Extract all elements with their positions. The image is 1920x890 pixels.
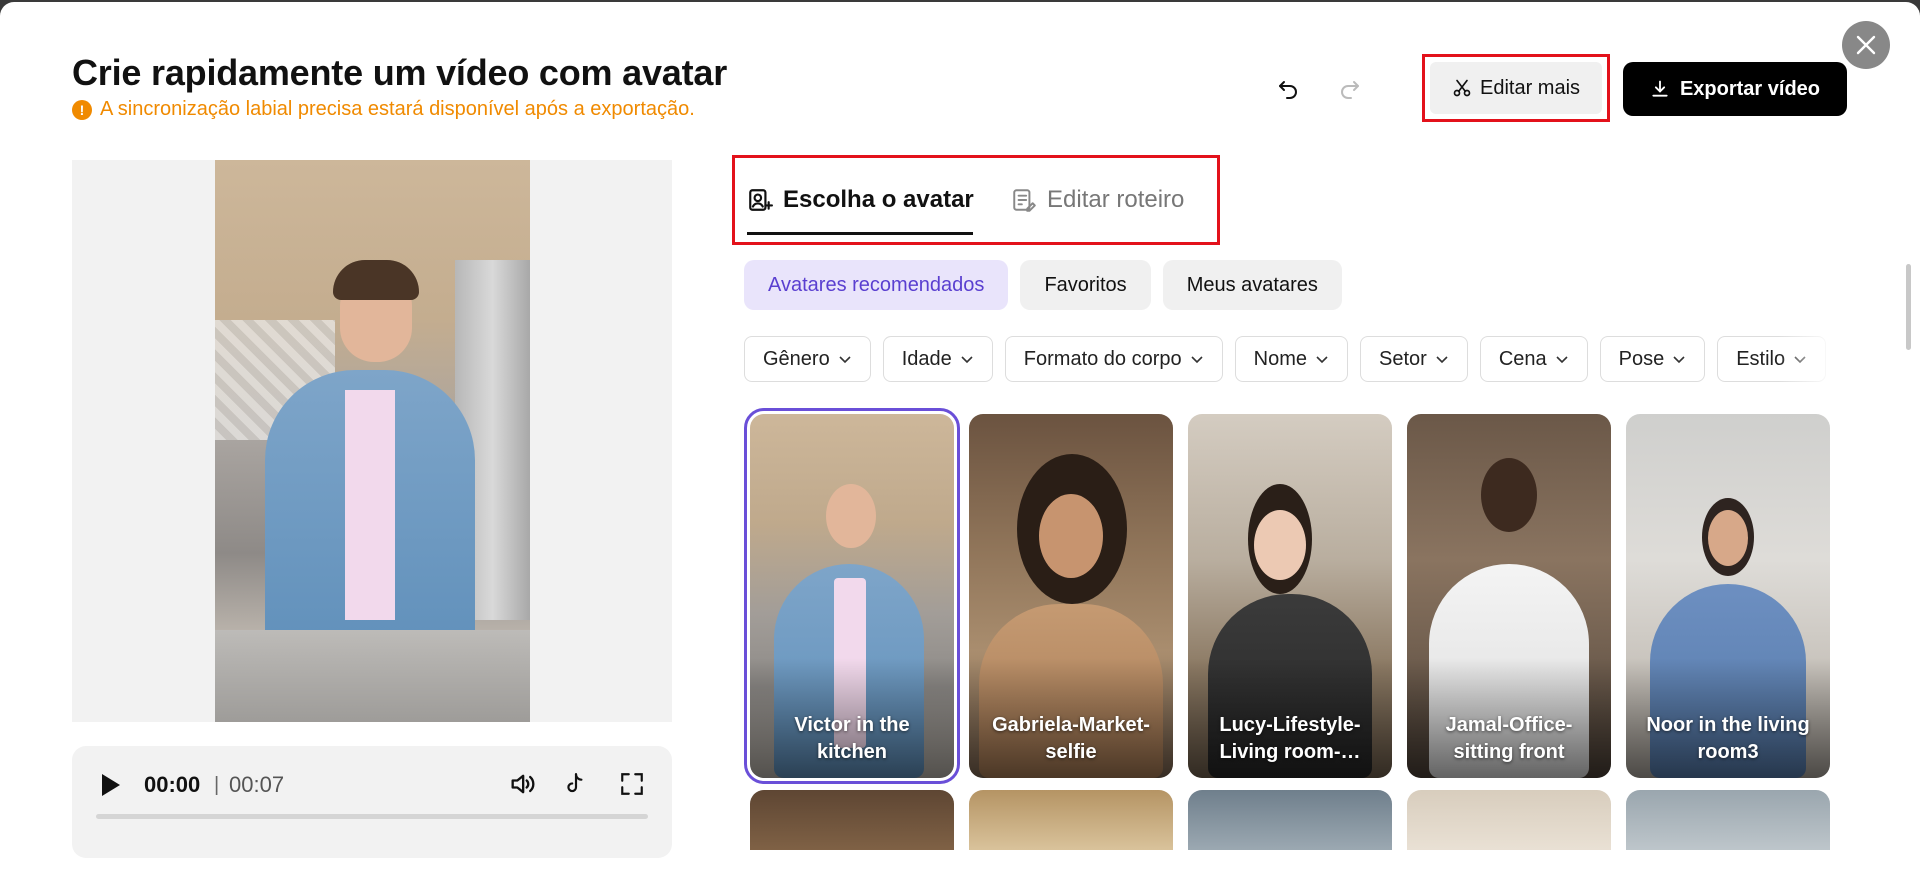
- filter-label: Nome: [1253, 347, 1307, 370]
- warning-text: A sincronização labial precisa estará di…: [100, 98, 695, 120]
- scrollbar-thumb[interactable]: [1906, 264, 1911, 350]
- filter-scene[interactable]: Cena: [1479, 336, 1588, 382]
- filter-label: Pose: [1618, 347, 1665, 370]
- avatar-card-row2-2[interactable]: [969, 790, 1173, 850]
- video-player-controls: 00:00 | 00:07: [72, 746, 672, 858]
- filter-bar: Gênero Idade Formato do corpo Nome Setor…: [744, 336, 1838, 382]
- filter-age[interactable]: Idade: [882, 336, 993, 382]
- chevron-down-icon: [1556, 356, 1568, 364]
- volume-button[interactable]: [506, 768, 538, 800]
- filter-label: Setor: [1379, 347, 1427, 370]
- filter-body-shape[interactable]: Formato do corpo: [1004, 336, 1223, 382]
- tab-choose-avatar[interactable]: Escolha o avatar: [747, 186, 974, 214]
- filter-gender[interactable]: Gênero: [744, 336, 871, 382]
- avatar-figure-head: [1039, 494, 1103, 578]
- active-tab-underline: [747, 232, 973, 235]
- avatar-video-modal: Crie rapidamente um vídeo com avatar ! A…: [0, 2, 1920, 890]
- total-time: 00:07: [229, 772, 285, 797]
- avatar-figure-head: [1481, 458, 1537, 532]
- avatar-card-gabriela[interactable]: Gabriela-Market-selfie: [969, 414, 1173, 778]
- avatar-card-jamal[interactable]: Jamal-Office-sitting front: [1407, 414, 1611, 778]
- tiktok-icon: [567, 773, 583, 793]
- avatar-figure-head: [826, 484, 876, 548]
- chip-recommended-avatars[interactable]: Avatares recomendados: [744, 260, 1009, 310]
- chevron-down-icon: [1436, 356, 1448, 364]
- edit-more-highlight: Editar mais: [1422, 54, 1610, 122]
- tab-edit-script[interactable]: Editar roteiro: [1011, 186, 1184, 214]
- tiktok-button[interactable]: [560, 768, 592, 800]
- filter-label: Formato do corpo: [1023, 347, 1182, 370]
- avatar-figure-head: [1254, 510, 1306, 580]
- avatar-card-row2-3[interactable]: [1188, 790, 1392, 850]
- avatar-name: Jamal-Office-sitting front: [1445, 714, 1573, 763]
- filters-fade: [1778, 336, 1838, 382]
- undo-button[interactable]: [1268, 69, 1308, 109]
- redo-icon: [1341, 81, 1359, 99]
- fullscreen-icon: [621, 773, 643, 795]
- fullscreen-button[interactable]: [616, 768, 648, 800]
- avatar-select-icon: [749, 189, 773, 211]
- chevron-down-icon: [1316, 356, 1328, 364]
- time-separator: |: [214, 774, 220, 796]
- avatar-card-row2-1[interactable]: [750, 790, 954, 850]
- chevron-down-icon: [961, 356, 973, 364]
- tab-label: Escolha o avatar: [783, 186, 974, 213]
- warning-icon: !: [72, 99, 92, 120]
- avatar-figure-head: [1708, 510, 1748, 566]
- avatar-name: Victor in the kitchen: [794, 714, 910, 763]
- redo-button[interactable]: [1330, 69, 1370, 109]
- chip-favorites[interactable]: Favoritos: [1020, 260, 1151, 310]
- tabs-highlight: Escolha o avatar Editar roteiro: [732, 155, 1220, 245]
- avatar-shirt: [345, 390, 395, 620]
- avatar-card-lucy[interactable]: Lucy-Lifestyle-Living room-…: [1188, 414, 1392, 778]
- play-icon[interactable]: [94, 770, 124, 800]
- avatar-card-row2-4[interactable]: [1407, 790, 1611, 850]
- volume-icon: [511, 774, 535, 794]
- undo-icon: [1279, 81, 1297, 99]
- avatar-card-victor[interactable]: Victor in the kitchen: [744, 408, 960, 784]
- lip-sync-warning: ! A sincronização labial precisa estará …: [72, 98, 695, 121]
- filter-label: Cena: [1498, 347, 1547, 370]
- progress-bar[interactable]: [96, 814, 648, 819]
- close-icon: [1856, 35, 1876, 55]
- kitchen-counter: [215, 630, 530, 722]
- page-title: Crie rapidamente um vídeo com avatar: [72, 52, 728, 93]
- tab-label: Editar roteiro: [1047, 186, 1185, 213]
- edit-more-button[interactable]: Editar mais: [1430, 62, 1602, 114]
- chip-my-avatars[interactable]: Meus avatares: [1162, 260, 1342, 310]
- chevron-down-icon: [839, 356, 851, 364]
- filter-label: Idade: [901, 347, 952, 370]
- script-edit-icon: [1013, 189, 1036, 212]
- scissors-icon: [1453, 79, 1471, 97]
- filter-pose[interactable]: Pose: [1599, 336, 1706, 382]
- edit-more-label: Editar mais: [1479, 76, 1581, 99]
- avatar-video-frame[interactable]: [215, 160, 530, 722]
- avatar-card-noor[interactable]: Noor in the living room3: [1626, 414, 1830, 778]
- avatar-name: Gabriela-Market-selfie: [992, 714, 1150, 763]
- current-time: 00:00: [144, 772, 201, 797]
- filter-name[interactable]: Nome: [1234, 336, 1348, 382]
- close-button[interactable]: [1842, 21, 1890, 69]
- chevron-down-icon: [1191, 356, 1203, 364]
- avatar-category-chips: Avatares recomendados Favoritos Meus ava…: [744, 260, 1342, 310]
- avatar-hair: [333, 260, 419, 300]
- filter-sector[interactable]: Setor: [1360, 336, 1468, 382]
- export-video-button[interactable]: Exportar vídeo: [1623, 62, 1847, 116]
- download-icon: [1652, 80, 1668, 97]
- export-video-label: Exportar vídeo: [1679, 77, 1821, 100]
- avatar-card-row2-5[interactable]: [1626, 790, 1830, 850]
- avatar-grid: Victor in the kitchen Gabriela-Market-se…: [744, 408, 1832, 850]
- chevron-down-icon: [1673, 356, 1685, 364]
- filter-label: Gênero: [763, 347, 830, 370]
- avatar-name: Lucy-Lifestyle-Living room-…: [1219, 714, 1361, 763]
- video-preview: [72, 160, 672, 722]
- avatar-name: Noor in the living room3: [1646, 714, 1810, 763]
